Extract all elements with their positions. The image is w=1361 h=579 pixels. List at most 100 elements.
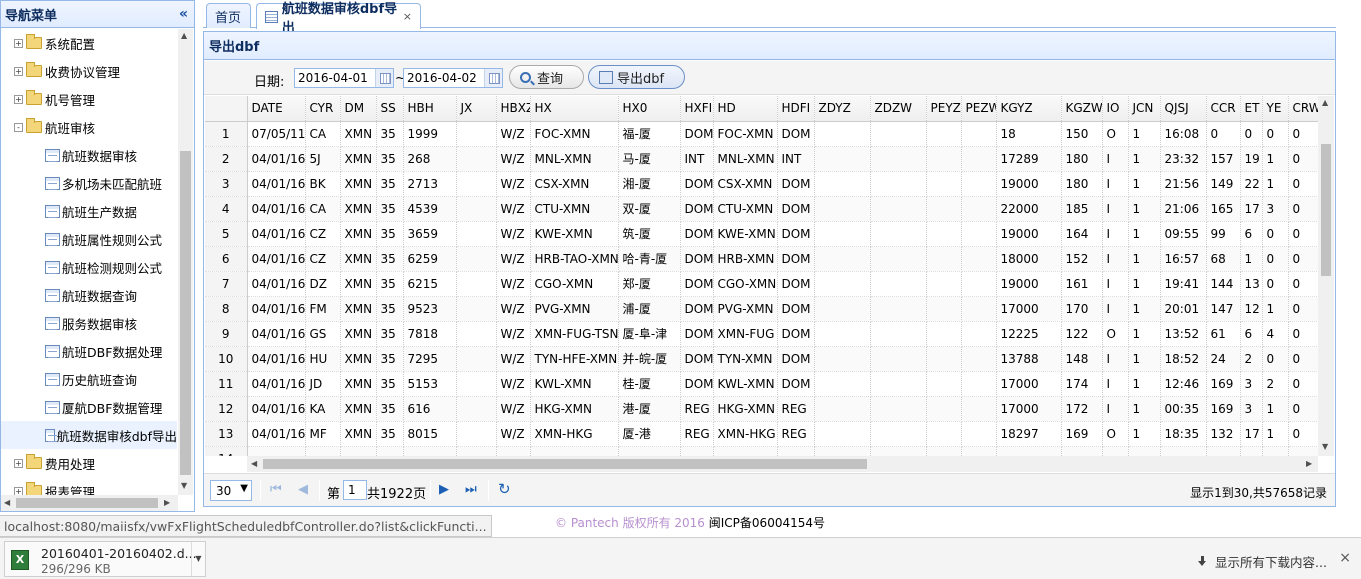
column-header[interactable]: PEYZ	[926, 96, 962, 122]
column-header[interactable]: SS	[376, 96, 404, 122]
table-row[interactable]: 11 04/01/16 JD XMN 35 5153 W/Z KWL-XMN 桂-厦 DOM KWL…	[205, 371, 1318, 397]
collapse-sidebar-icon[interactable]: «	[179, 6, 188, 22]
tree-node[interactable]: - 航班审核	[1, 113, 177, 141]
row-number: 13	[205, 421, 248, 447]
sidebar-vertical-scrollbar[interactable]: ▲ ▼	[178, 29, 193, 495]
column-header[interactable]: PEZW	[961, 96, 997, 122]
last-page-icon[interactable]: ⏭	[465, 482, 477, 497]
column-header[interactable]: KGYZ	[996, 96, 1062, 122]
collapse-icon[interactable]: -	[14, 122, 23, 132]
table-row[interactable]: 4 04/01/16 CA XMN 35 4539 W/Z CTU-XMN 双-厦 DOM CTU-…	[205, 196, 1318, 222]
scroll-right-icon[interactable]: ▶	[1306, 459, 1312, 468]
page-number-input[interactable]: 1	[343, 480, 367, 500]
column-header[interactable]: JCN	[1128, 96, 1161, 122]
table-row[interactable]: 10 04/01/16 HU XMN 35 7295 W/Z TYN-HFE-XMN 并-皖-厦…	[205, 346, 1318, 372]
table-row[interactable]: 13 04/01/16 MF XMN 35 8015 W/Z XMN-HKG 厦-港 REG XMN…	[205, 421, 1318, 447]
chevron-down-icon[interactable]: ▼	[191, 542, 205, 576]
page-size-select[interactable]: 30 ▼	[210, 480, 252, 501]
table-row[interactable]: 5 04/01/16 CZ XMN 35 3659 W/Z KWE-XMN 筑-厦 DOM KWE-…	[205, 221, 1318, 247]
column-header[interactable]: KGZW	[1061, 96, 1103, 122]
sidebar-hscroll-thumb[interactable]	[16, 498, 158, 508]
scroll-left-icon[interactable]: ◀	[251, 459, 257, 468]
date-to-field[interactable]: 2016-04-02	[403, 68, 503, 88]
column-header[interactable]: QJSJ	[1160, 96, 1207, 122]
tree-node[interactable]: 厦航DBF数据管理	[1, 393, 177, 421]
next-page-icon[interactable]: ▶	[439, 482, 449, 497]
refresh-icon[interactable]: ↻	[498, 480, 511, 498]
column-header[interactable]: DM	[340, 96, 377, 122]
column-header[interactable]: HX0	[618, 96, 681, 122]
scroll-right-icon[interactable]: ▶	[164, 498, 170, 507]
sidebar-horizontal-scrollbar[interactable]: ◀ ▶	[1, 495, 178, 511]
scroll-left-icon[interactable]: ◀	[4, 498, 10, 507]
column-header[interactable]: CYR	[305, 96, 341, 122]
column-header[interactable]: YE	[1262, 96, 1289, 122]
table-row[interactable]: 8 04/01/16 FM XMN 35 9523 W/Z PVG-XMN 浦-厦 DOM PVG-…	[205, 296, 1318, 322]
tree-node[interactable]: + 费用处理	[1, 449, 177, 477]
date-from-field[interactable]: 2016-04-01	[294, 68, 394, 88]
table-row[interactable]: 3 04/01/16 BK XMN 35 2713 W/Z CSX-XMN 湘-厦 DOM CSX-…	[205, 171, 1318, 197]
query-button[interactable]: 查询	[509, 65, 584, 89]
expand-icon[interactable]: +	[14, 458, 23, 468]
download-item[interactable]: X 20160401-20160402.d... 296/296 KB ▼	[4, 541, 206, 577]
table-row[interactable]: 6 04/01/16 CZ XMN 35 6259 W/Z HRB-TAO-XMN 哈-青-厦 D…	[205, 246, 1318, 272]
scroll-up-icon[interactable]: ▲	[1322, 98, 1328, 107]
first-page-icon[interactable]: ⏮	[270, 482, 282, 497]
tree-node[interactable]: 航班数据查询	[1, 281, 177, 309]
column-header[interactable]: IO	[1102, 96, 1129, 122]
grid-scroll-thumb[interactable]	[1321, 144, 1331, 276]
calendar-icon[interactable]	[375, 69, 393, 87]
table-row[interactable]: 9 04/01/16 GS XMN 35 7818 W/Z XMN-FUG-TSN 厦-阜-津 D…	[205, 321, 1318, 347]
table-row[interactable]: 14	[205, 446, 1318, 456]
tree-node[interactable]: 服务数据审核	[1, 309, 177, 337]
column-header[interactable]: CRWH	[1288, 96, 1318, 122]
export-dbf-button[interactable]: 导出dbf	[588, 65, 685, 89]
column-header[interactable]: HBXZ	[496, 96, 531, 122]
grid-hscroll-thumb[interactable]	[263, 459, 867, 469]
tree-node[interactable]: 历史航班查询	[1, 365, 177, 393]
expand-icon[interactable]: +	[14, 38, 23, 48]
column-header[interactable]: ZDYZ	[814, 96, 871, 122]
table-row[interactable]: 1 07/05/11 CA XMN 35 1999 W/Z FOC-XMN 福-厦 DOM FOC-…	[205, 121, 1318, 147]
column-header[interactable]: HD	[713, 96, 778, 122]
tree-node[interactable]: 航班生产数据	[1, 197, 177, 225]
tree-node[interactable]: 航班数据审核	[1, 141, 177, 169]
tree-node[interactable]: + 机号管理	[1, 85, 177, 113]
table-row[interactable]: 12 04/01/16 KA XMN 35 616 W/Z HKG-XMN 港-厦 REG HKG-…	[205, 396, 1318, 422]
scroll-down-icon[interactable]: ▼	[1322, 442, 1328, 451]
close-icon[interactable]: ×	[1339, 550, 1351, 566]
grid-horizontal-scrollbar[interactable]: ◀ ▶	[247, 456, 1318, 472]
expand-icon[interactable]: +	[14, 94, 23, 104]
tab-home[interactable]: 首页	[206, 3, 251, 28]
show-all-downloads-link[interactable]: 显示所有下载内容...	[1197, 552, 1327, 571]
expand-icon[interactable]: +	[14, 486, 23, 495]
tree-node[interactable]: 多机场未匹配航班	[1, 169, 177, 197]
calendar-icon[interactable]	[484, 69, 502, 87]
column-header[interactable]: HX	[530, 96, 619, 122]
scroll-up-icon[interactable]: ▲	[181, 31, 187, 40]
tree-node[interactable]: 航班DBF数据处理	[1, 337, 177, 365]
scroll-down-icon[interactable]: ▼	[181, 481, 187, 490]
column-header[interactable]: ET	[1240, 96, 1263, 122]
tree-node[interactable]: + 收费协议管理	[1, 57, 177, 85]
column-header[interactable]: ZDZW	[870, 96, 927, 122]
column-header[interactable]: HDFI	[777, 96, 815, 122]
tree-node[interactable]: 航班数据审核dbf导出	[1, 421, 177, 449]
grid-vertical-scrollbar[interactable]: ▲ ▼	[1318, 96, 1334, 456]
column-header[interactable]: HXFI	[680, 96, 714, 122]
tree-node[interactable]: 航班属性规则公式	[1, 225, 177, 253]
column-header[interactable]: CCR	[1206, 96, 1241, 122]
tree-node[interactable]: + 系统配置	[1, 29, 177, 57]
tab-close-icon[interactable]: ×	[403, 10, 412, 23]
prev-page-icon[interactable]: ◀	[298, 482, 308, 497]
table-row[interactable]: 7 04/01/16 DZ XMN 35 6215 W/Z CGO-XMN 郑-厦 DOM CGO-…	[205, 271, 1318, 297]
expand-icon[interactable]: +	[14, 66, 23, 76]
tree-node[interactable]: 航班检测规则公式	[1, 253, 177, 281]
column-header[interactable]: JX	[456, 96, 497, 122]
column-header[interactable]: HBH	[403, 96, 457, 122]
sidebar-scroll-thumb[interactable]	[180, 151, 191, 475]
tab-dbf-export[interactable]: 航班数据审核dbf导出 ×	[256, 2, 421, 36]
column-header[interactable]: DATE	[247, 96, 306, 122]
table-row[interactable]: 2 04/01/16 5J XMN 35 268 W/Z MNL-XMN 马-厦 INT MNL-X…	[205, 146, 1318, 172]
tree-node[interactable]: + 报表管理	[1, 477, 177, 495]
